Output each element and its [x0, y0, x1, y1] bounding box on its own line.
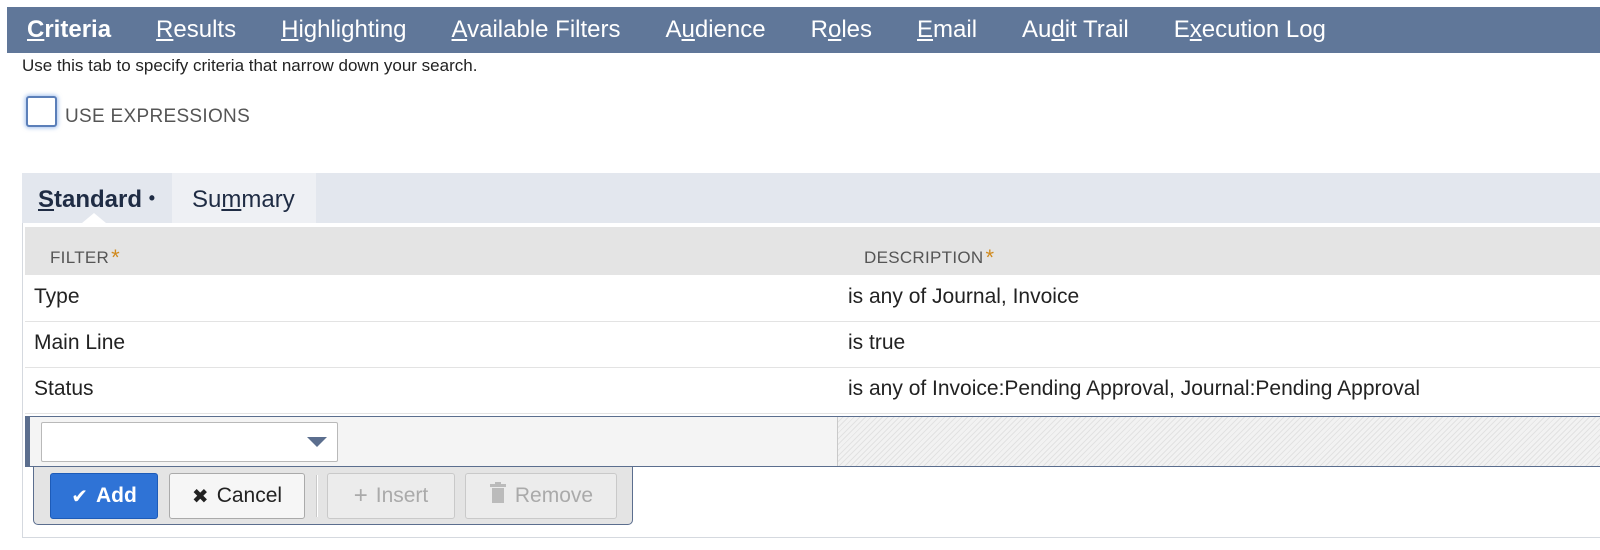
cancel-button[interactable]: ✖ Cancel	[169, 473, 305, 519]
use-expressions-checkbox[interactable]	[26, 95, 57, 127]
edit-row-indicator	[25, 417, 30, 466]
chevron-down-icon[interactable]	[307, 437, 327, 447]
tab-results[interactable]: Results	[156, 16, 236, 44]
tab-available-filters[interactable]: Available Filters	[452, 16, 621, 44]
remove-button[interactable]: Remove	[465, 473, 617, 519]
subtab-summary[interactable]: Summary	[172, 173, 316, 223]
use-expressions-label: USE EXPRESSIONS	[65, 106, 251, 127]
edit-row	[25, 416, 1600, 467]
active-tab-pointer	[82, 213, 106, 223]
help-text: Use this tab to specify criteria that na…	[22, 56, 478, 75]
tab-audit-trail[interactable]: Audit Trail	[1022, 16, 1129, 44]
description-cell-disabled	[837, 417, 1600, 466]
add-button[interactable]: ✔ Add	[50, 473, 158, 519]
column-header-filter[interactable]: FILTER*	[50, 243, 120, 270]
table-header: FILTER* DESCRIPTION*	[25, 227, 1600, 275]
row-action-bar: ✔ Add ✖ Cancel + Insert Remove	[33, 467, 633, 525]
filter-select[interactable]	[41, 422, 338, 462]
column-header-description[interactable]: DESCRIPTION*	[864, 243, 995, 270]
insert-button[interactable]: + Insert	[327, 473, 455, 519]
main-tab-bar: Criteria Results Highlighting Available …	[7, 7, 1600, 53]
filter-cell: Main Line	[34, 331, 126, 354]
description-cell: is any of Invoice:Pending Approval, Jour…	[848, 377, 1421, 400]
tab-criteria[interactable]: Criteria	[27, 16, 111, 44]
close-icon: ✖	[191, 485, 209, 508]
tab-execution-log[interactable]: Execution Log	[1174, 16, 1326, 44]
divider	[316, 475, 318, 517]
check-icon: ✔	[71, 485, 88, 508]
description-cell: is any of Journal, Invoice	[848, 285, 1080, 308]
use-expressions-toggle: USE EXPRESSIONS	[26, 94, 250, 128]
table-row[interactable]: Type is any of Journal, Invoice	[25, 276, 1600, 322]
filter-cell: Status	[34, 377, 94, 400]
tab-roles[interactable]: Roles	[811, 16, 872, 44]
required-icon: *	[985, 245, 995, 270]
subtab-summary-label: Summary	[192, 186, 295, 213]
tab-email[interactable]: Email	[917, 16, 977, 44]
required-icon: *	[111, 245, 120, 270]
table-row[interactable]: Status is any of Invoice:Pending Approva…	[25, 368, 1600, 414]
subtab-standard-label: Standard •	[38, 186, 156, 213]
tab-highlighting[interactable]: Highlighting	[281, 16, 406, 44]
table-row[interactable]: Main Line is true	[25, 322, 1600, 368]
filter-cell: Type	[34, 285, 80, 308]
plus-icon: +	[353, 482, 368, 509]
tab-audience[interactable]: Audience	[666, 16, 766, 44]
description-cell: is true	[848, 331, 906, 354]
trash-icon	[489, 482, 507, 510]
